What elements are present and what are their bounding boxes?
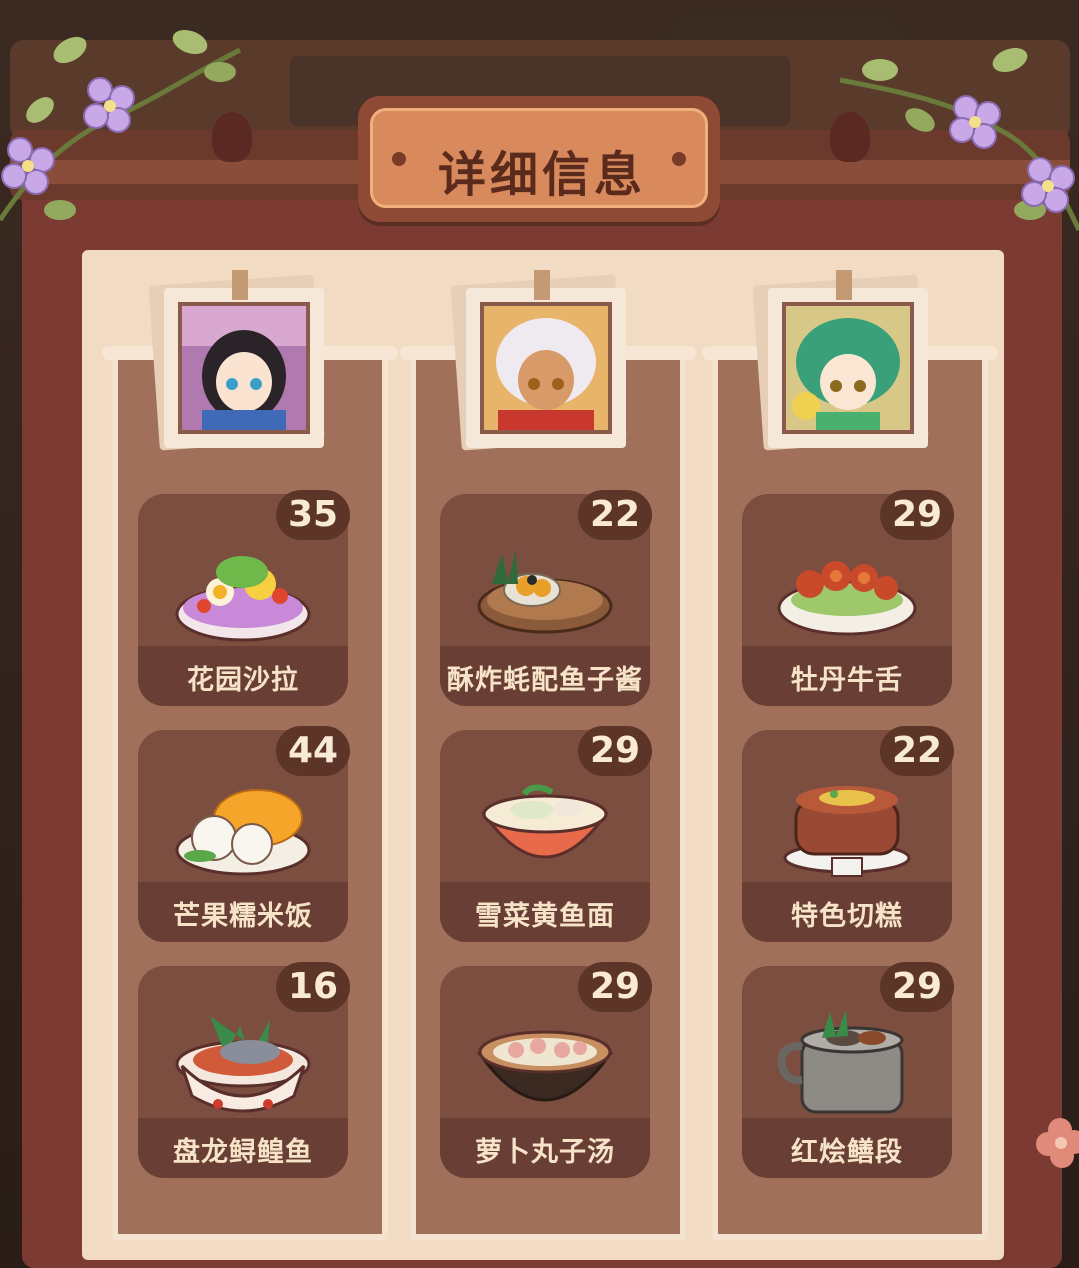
dish-card[interactable]: 牡丹牛舌 29	[742, 490, 954, 706]
dish-card[interactable]: 红烩鳝段 29	[742, 962, 954, 1178]
cake-icon	[783, 786, 911, 877]
character-portrait-2[interactable]	[450, 270, 627, 458]
dish-count-badge: 44	[276, 726, 350, 776]
title-plate: 详细信息	[358, 96, 720, 222]
dish-name: 雪菜黄鱼面	[475, 901, 615, 932]
character-portrait-3[interactable]	[752, 270, 929, 458]
fried-oyster-icon	[477, 550, 613, 634]
dish-count-badge: 29	[880, 962, 954, 1012]
dish-count-badge: 29	[578, 726, 652, 776]
vine-flowers-left-icon	[0, 29, 242, 222]
dish-card[interactable]: 萝卜丸子汤 29	[440, 962, 652, 1178]
dish-count-badge: 29	[578, 962, 652, 1012]
dish-card[interactable]: 花园沙拉 35	[138, 490, 350, 706]
portrait-white-hair-boy-icon	[484, 306, 608, 430]
meatball-soup-icon	[477, 1030, 613, 1102]
dish-name: 花园沙拉	[187, 665, 299, 696]
page-title: 详细信息	[437, 147, 646, 203]
portrait-green-hair-girl-icon	[786, 306, 910, 430]
dish-card[interactable]: 盘龙鲟鳇鱼 16	[138, 962, 350, 1178]
dish-name: 红烩鳝段	[791, 1137, 903, 1168]
dish-count-badge: 22	[880, 726, 954, 776]
vine-flowers-right-icon	[839, 47, 1079, 232]
character-portrait-1[interactable]	[148, 270, 325, 458]
dish-name: 盘龙鲟鳇鱼	[173, 1137, 313, 1168]
dish-name: 萝卜丸子汤	[475, 1137, 615, 1168]
dish-name: 酥炸蚝配鱼子酱	[447, 665, 643, 696]
dish-count-badge: 35	[276, 490, 350, 540]
peony-tongue-icon	[777, 561, 917, 636]
sturgeon-dish-icon	[175, 1016, 311, 1113]
salad-plate-icon	[175, 556, 311, 642]
dish-count-badge: 22	[578, 490, 652, 540]
dish-count-badge: 29	[880, 490, 954, 540]
dish-name: 芒果糯米饭	[173, 901, 313, 932]
eel-pot-icon	[777, 1010, 904, 1114]
dish-name: 牡丹牛舌	[791, 665, 903, 696]
dish-card[interactable]: 雪菜黄鱼面 29	[440, 726, 652, 942]
dish-name: 特色切糕	[791, 901, 903, 932]
pink-flower-icon	[1036, 1118, 1079, 1168]
dish-card[interactable]: 特色切糕 22	[742, 726, 954, 942]
dish-count-badge: 16	[276, 962, 350, 1012]
dish-card[interactable]: 酥炸蚝配鱼子酱 22	[440, 490, 652, 706]
mango-rice-icon	[175, 789, 311, 876]
noodle-bowl-icon	[481, 784, 609, 859]
dish-card[interactable]: 芒果糯米饭 44	[138, 726, 350, 942]
portrait-black-hair-girl-icon	[182, 306, 306, 430]
